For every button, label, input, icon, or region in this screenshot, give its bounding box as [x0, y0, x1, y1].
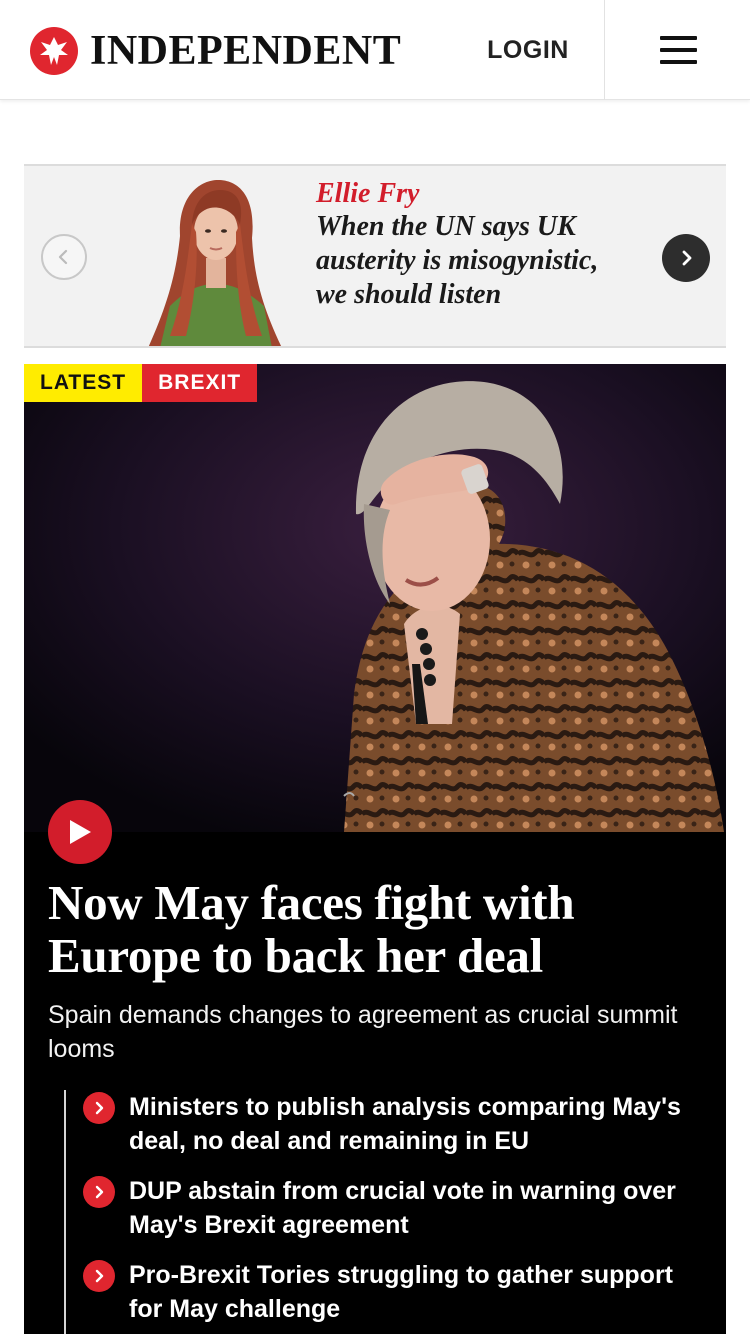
related-link[interactable]: Ministers to publish analysis comparing … [83, 1090, 704, 1158]
lead-standfirst: Spain demands changes to agreement as cr… [48, 1001, 678, 1063]
opinion-author: Ellie Fry [316, 178, 420, 209]
play-icon [70, 820, 91, 844]
site-logo[interactable]: INDEPENDENT [30, 26, 401, 76]
chevron-right-icon [83, 1092, 115, 1124]
chevron-right-icon [83, 1260, 115, 1292]
story-tags: LATEST BREXIT [24, 364, 258, 402]
hamburger-menu-icon[interactable] [606, 0, 750, 100]
chevron-right-icon [682, 250, 692, 266]
tag-section[interactable]: BREXIT [142, 364, 258, 402]
carousel-next-button[interactable] [662, 234, 710, 282]
tag-latest[interactable]: LATEST [24, 364, 143, 402]
related-link-text: DUP abstain from crucial vote in warning… [129, 1177, 676, 1239]
video-play-button[interactable] [48, 800, 112, 864]
eagle-logo-icon [30, 27, 78, 75]
opinion-carousel: Ellie Fry When the UN says UK austerity … [24, 164, 726, 348]
site-header: INDEPENDENT LOGIN [0, 0, 750, 100]
opinion-headline: When the UN says UK austerity is misogyn… [316, 211, 599, 310]
brand-name: INDEPENDENT [90, 28, 402, 74]
chevron-left-icon [58, 249, 68, 265]
related-link-text: Ministers to publish analysis comparing … [129, 1093, 681, 1155]
related-link-text: Pro-Brexit Tories struggling to gather s… [129, 1261, 674, 1323]
related-links: Ministers to publish analysis comparing … [64, 1090, 704, 1334]
related-link[interactable]: Pro-Brexit Tories struggling to gather s… [83, 1258, 704, 1326]
lead-story: LATEST BREXIT Now May faces fight with E… [24, 364, 726, 1334]
lead-story-image[interactable] [24, 364, 726, 832]
opinion-link[interactable]: Ellie Fry When the UN says UK austerity … [316, 178, 636, 312]
chevron-right-icon [83, 1176, 115, 1208]
header-divider [604, 0, 605, 100]
login-button[interactable]: LOGIN [466, 28, 590, 72]
carousel-prev-button[interactable] [41, 234, 87, 280]
author-photo[interactable] [140, 176, 290, 346]
related-link[interactable]: DUP abstain from crucial vote in warning… [83, 1174, 704, 1242]
lead-headline[interactable]: Now May faces fight with Europe to back … [48, 876, 688, 982]
